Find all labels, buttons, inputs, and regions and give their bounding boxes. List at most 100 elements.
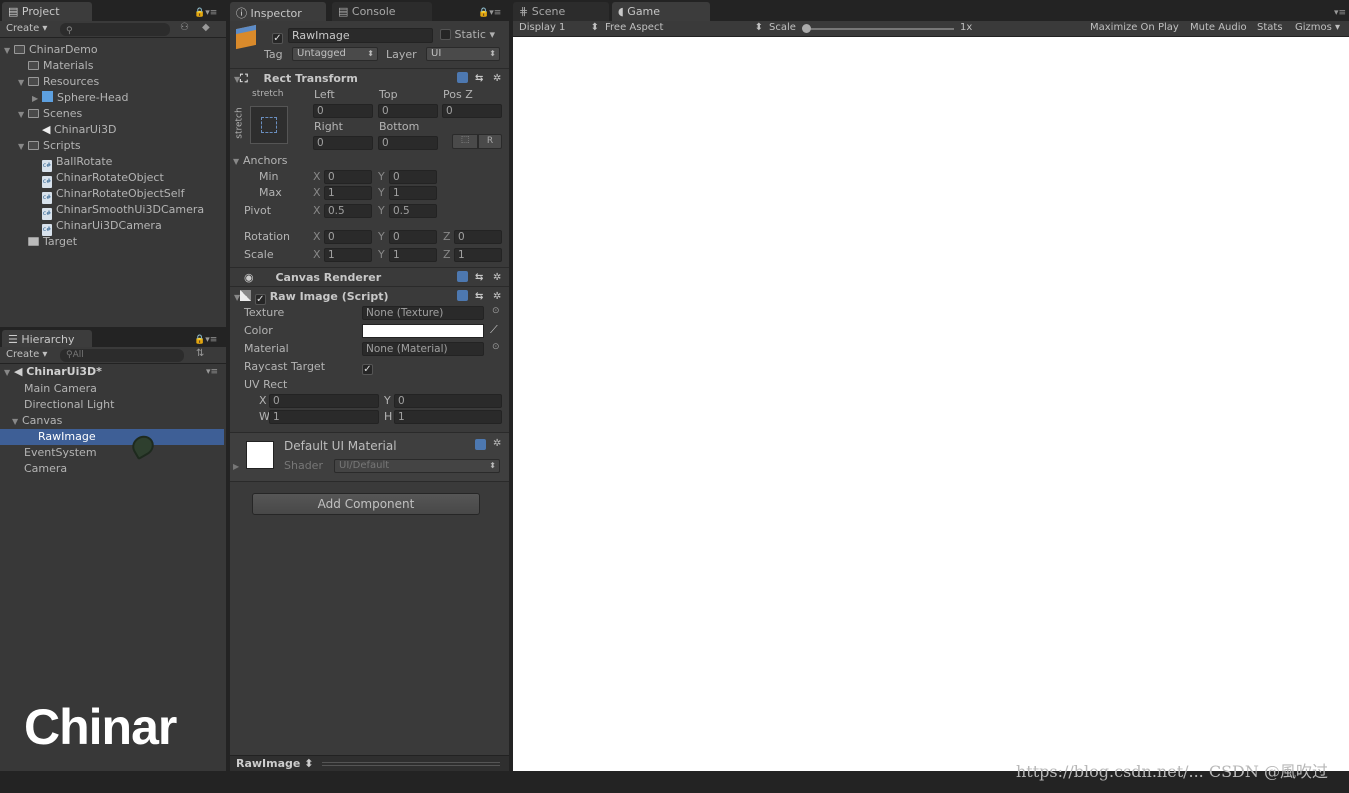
stats-toggle[interactable]: Stats bbox=[1257, 22, 1283, 33]
project-item[interactable]: c# BallRotate bbox=[32, 154, 112, 172]
rot-x-field[interactable]: 0 bbox=[324, 230, 372, 244]
help-icon[interactable] bbox=[475, 439, 486, 450]
tab-console[interactable]: ▤ Console bbox=[332, 2, 432, 21]
project-item[interactable]: ▼ Scripts bbox=[18, 138, 81, 154]
hierarchy-scene-root[interactable]: ▼ ◀ ChinarUi3D* bbox=[4, 364, 224, 380]
sort-icon[interactable]: ⇅ bbox=[196, 348, 204, 359]
sc-z-field[interactable]: 1 bbox=[454, 248, 502, 262]
aspect-dropdown[interactable]: Free Aspect ⬍ bbox=[605, 22, 763, 33]
object-name-field[interactable]: RawImage bbox=[288, 28, 433, 43]
layer-dropdown[interactable]: UI bbox=[426, 47, 500, 61]
project-item[interactable]: ▼ Scenes bbox=[18, 106, 82, 122]
hierarchy-item[interactable]: RawImage bbox=[0, 429, 224, 445]
expand-arrow-icon[interactable]: ▶ bbox=[32, 91, 42, 107]
project-item[interactable]: ◀ ChinarUi3D bbox=[32, 122, 117, 138]
hierarchy-item[interactable]: Directional Light bbox=[0, 397, 224, 413]
sc-x-field[interactable]: 1 bbox=[324, 248, 372, 262]
pivot-y-field[interactable]: 0.5 bbox=[389, 204, 437, 218]
hierarchy-item[interactable]: ▼ Canvas bbox=[0, 413, 224, 429]
footer-object-label[interactable]: RawImage ⬍ bbox=[236, 757, 313, 770]
texture-field[interactable]: None (Texture) bbox=[362, 306, 484, 320]
max-x-field[interactable]: 1 bbox=[324, 186, 372, 200]
anchors-foldout[interactable]: ▼ Anchors bbox=[233, 154, 288, 167]
hierarchy-item[interactable]: Main Camera bbox=[0, 381, 224, 397]
raw-edit-button[interactable]: R bbox=[478, 134, 502, 149]
sc-y-field[interactable]: 1 bbox=[389, 248, 437, 262]
project-create-button[interactable]: Create ▾ bbox=[6, 23, 47, 34]
left-field[interactable]: 0 bbox=[313, 104, 373, 118]
mute-audio-toggle[interactable]: Mute Audio bbox=[1190, 22, 1247, 33]
posz-field[interactable]: 0 bbox=[442, 104, 502, 118]
hierarchy-item[interactable]: Camera bbox=[0, 461, 224, 477]
hierarchy-item[interactable]: EventSystem bbox=[0, 445, 224, 461]
anchor-presets-button[interactable] bbox=[250, 106, 288, 144]
project-search-input[interactable]: ⚲ bbox=[60, 23, 170, 36]
project-item[interactable]: ▼ ChinarDemo bbox=[4, 42, 98, 58]
uv-w-field[interactable]: 1 bbox=[269, 410, 379, 424]
maximize-on-play-toggle[interactable]: Maximize On Play bbox=[1090, 22, 1179, 33]
max-y-field[interactable]: 1 bbox=[389, 186, 437, 200]
expand-arrow-icon[interactable]: ▶ bbox=[233, 462, 239, 471]
preset-icon[interactable]: ⇆ bbox=[475, 268, 483, 287]
static-toggle[interactable]: Static ▾ bbox=[440, 28, 495, 41]
raycast-checkbox[interactable]: ✓ bbox=[362, 364, 373, 375]
project-item[interactable]: c# ChinarUi3DCamera bbox=[32, 218, 162, 236]
object-picker-icon[interactable]: ⊙ bbox=[492, 306, 500, 316]
display-dropdown[interactable]: Display 1 ⬍ bbox=[519, 22, 599, 33]
expand-arrow-icon[interactable]: ▼ bbox=[12, 414, 22, 430]
hierarchy-create-button[interactable]: Create ▾ bbox=[6, 349, 47, 360]
tab-scene[interactable]: ⋕ Scene bbox=[513, 2, 609, 21]
hierarchy-menu-icon[interactable]: 🔒▾≡ bbox=[194, 335, 217, 345]
bottom-field[interactable]: 0 bbox=[378, 136, 438, 150]
tab-inspector[interactable]: ⓘ Inspector bbox=[230, 2, 326, 21]
game-menu-icon[interactable]: ▾≡ bbox=[1334, 8, 1346, 18]
gear-icon[interactable]: ✲ bbox=[493, 268, 501, 287]
filter-label-icon[interactable]: ◆ bbox=[202, 22, 210, 33]
scale-slider[interactable] bbox=[804, 28, 954, 30]
preset-icon[interactable]: ⇆ bbox=[475, 287, 483, 306]
min-y-field[interactable]: 0 bbox=[389, 170, 437, 184]
project-item[interactable]: c# ChinarSmoothUi3DCamera bbox=[32, 202, 204, 220]
tab-game[interactable]: ◖ Game bbox=[612, 2, 710, 21]
right-field[interactable]: 0 bbox=[313, 136, 373, 150]
enabled-checkbox[interactable]: ✓ bbox=[254, 294, 266, 305]
expand-arrow-icon[interactable]: ▼ bbox=[18, 75, 28, 91]
uv-x-field[interactable]: 0 bbox=[269, 394, 379, 408]
gear-icon[interactable]: ✲ bbox=[493, 69, 501, 88]
preset-icon[interactable]: ⇆ bbox=[475, 69, 483, 88]
tab-project[interactable]: ▤ Project bbox=[2, 2, 92, 21]
top-field[interactable]: 0 bbox=[378, 104, 438, 118]
inspector-menu-icon[interactable]: 🔒▾≡ bbox=[478, 8, 501, 18]
shader-dropdown[interactable]: UI/Default bbox=[334, 459, 500, 473]
blueprint-mode-button[interactable]: ⬚ bbox=[452, 134, 478, 149]
active-checkbox[interactable]: ✓ bbox=[272, 33, 283, 44]
raw-image-header[interactable]: ▼ ✓ Raw Image (Script) ⇆ ✲ bbox=[230, 286, 509, 305]
panel-menu-icon[interactable]: 🔒▾≡ bbox=[194, 8, 217, 18]
color-swatch[interactable] bbox=[362, 324, 484, 338]
pivot-x-field[interactable]: 0.5 bbox=[324, 204, 372, 218]
rot-y-field[interactable]: 0 bbox=[389, 230, 437, 244]
tag-dropdown[interactable]: Untagged bbox=[292, 47, 378, 61]
project-item[interactable]: ▼ Resources bbox=[18, 74, 99, 90]
project-item[interactable]: c# ChinarRotateObjectSelf bbox=[32, 186, 184, 204]
uv-h-field[interactable]: 1 bbox=[394, 410, 502, 424]
uv-y-field[interactable]: 0 bbox=[394, 394, 502, 408]
filter-type-icon[interactable]: ⚇ bbox=[180, 22, 189, 33]
gear-icon[interactable]: ✲ bbox=[493, 287, 501, 306]
hierarchy-search-input[interactable]: ⚲All bbox=[60, 349, 184, 362]
expand-arrow-icon[interactable]: ▼ bbox=[4, 43, 14, 59]
object-picker-icon[interactable]: ⊙ bbox=[492, 342, 500, 352]
eyedropper-icon[interactable]: ⟋ bbox=[490, 323, 498, 337]
scene-menu-icon[interactable]: ▾≡ bbox=[206, 367, 218, 377]
add-component-button[interactable]: Add Component bbox=[252, 493, 480, 515]
expand-arrow-icon[interactable]: ▼ bbox=[18, 139, 28, 155]
help-icon[interactable] bbox=[457, 271, 468, 282]
min-x-field[interactable]: 0 bbox=[324, 170, 372, 184]
scale-slider-thumb[interactable] bbox=[802, 24, 811, 33]
project-item[interactable]: Target bbox=[18, 234, 77, 250]
gear-icon[interactable]: ✲ bbox=[493, 438, 501, 449]
game-viewport[interactable] bbox=[513, 37, 1349, 771]
project-item[interactable]: ▶ Sphere-Head bbox=[32, 90, 128, 106]
rot-z-field[interactable]: 0 bbox=[454, 230, 502, 244]
resize-handle[interactable] bbox=[322, 762, 500, 766]
